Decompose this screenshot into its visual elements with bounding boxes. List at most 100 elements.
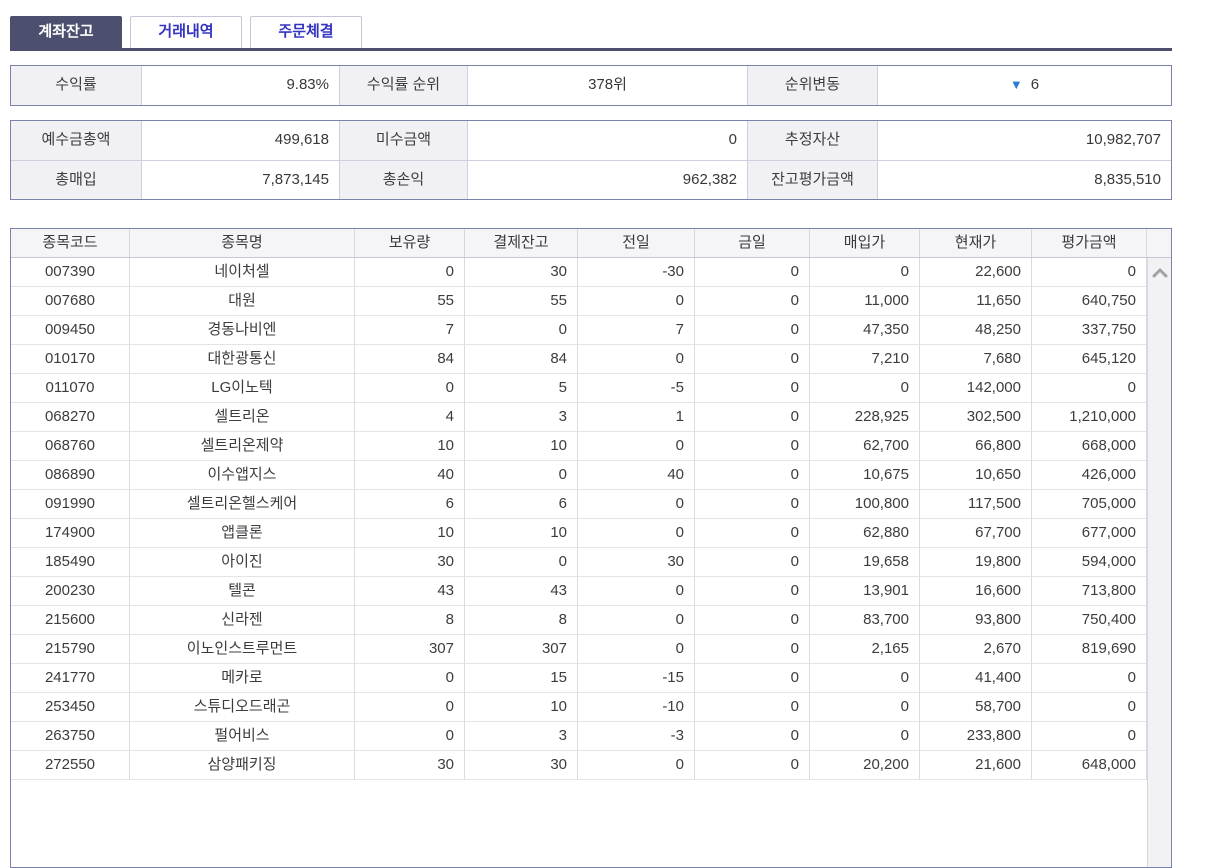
cell-prev-day: -3: [578, 722, 695, 751]
cell-eval-amount: 705,000: [1032, 490, 1147, 519]
cell-stock-name: 아이진: [130, 548, 355, 577]
cell-eval-amount: 337,750: [1032, 316, 1147, 345]
cell-cur-price: 11,650: [920, 287, 1032, 316]
cell-today: 0: [695, 258, 810, 287]
cell-stock-name: 메카로: [130, 664, 355, 693]
table-row[interactable]: 068270 셀트리온 4 3 1 0 228,925 302,500 1,21…: [11, 403, 1147, 432]
cell-quantity: 30: [355, 548, 465, 577]
table-row[interactable]: 009450 경동나비엔 7 0 7 0 47,350 48,250 337,7…: [11, 316, 1147, 345]
table-row[interactable]: 007390 네이처셀 0 30 -30 0 0 22,600 0: [11, 258, 1147, 287]
cell-cur-price: 117,500: [920, 490, 1032, 519]
cell-today: 0: [695, 606, 810, 635]
table-row[interactable]: 272550 삼양패키징 30 30 0 0 20,200 21,600 648…: [11, 751, 1147, 780]
table-row[interactable]: 241770 메카로 0 15 -15 0 0 41,400 0: [11, 664, 1147, 693]
cell-settled: 0: [465, 461, 578, 490]
table-row[interactable]: 253450 스튜디오드래곤 0 10 -10 0 0 58,700 0: [11, 693, 1147, 722]
cell-quantity: 40: [355, 461, 465, 490]
cell-quantity: 0: [355, 258, 465, 287]
table-row[interactable]: 185490 아이진 30 0 30 0 19,658 19,800 594,0…: [11, 548, 1147, 577]
estimated-assets-value: 10,982,707: [1085, 131, 1161, 148]
table-row[interactable]: 215790 이노인스트루먼트 307 307 0 0 2,165 2,670 …: [11, 635, 1147, 664]
cell-prev-day: -5: [578, 374, 695, 403]
cell-stock-code: 007680: [11, 287, 130, 316]
cell-eval-amount: 0: [1032, 693, 1147, 722]
table-row[interactable]: 200230 텔콘 43 43 0 0 13,901 16,600 713,80…: [11, 577, 1147, 606]
balance-eval-label: 잔고평가금액: [748, 161, 878, 199]
cell-quantity: 0: [355, 374, 465, 403]
cell-settled: 6: [465, 490, 578, 519]
return-rate-label: 수익률: [11, 66, 142, 105]
cell-quantity: 7: [355, 316, 465, 345]
cell-stock-name: 셀트리온: [130, 403, 355, 432]
tab-account-balance[interactable]: 계좌잔고: [10, 16, 122, 48]
tab-transaction-history[interactable]: 거래내역: [130, 16, 242, 48]
cell-quantity: 55: [355, 287, 465, 316]
scroll-up-button[interactable]: [1148, 260, 1171, 286]
cell-cur-price: 93,800: [920, 606, 1032, 635]
cell-stock-name: 스튜디오드래곤: [130, 693, 355, 722]
cell-prev-day: 30: [578, 548, 695, 577]
col-header-buy-price: 매입가: [810, 229, 920, 257]
tab-order-execution[interactable]: 주문체결: [250, 16, 362, 48]
cell-stock-code: 200230: [11, 577, 130, 606]
table-header: 종목코드 종목명 보유량 결제잔고 전일 금일 매입가 현재가 평가금액: [11, 229, 1171, 258]
cell-stock-name: 펄어비스: [130, 722, 355, 751]
cell-buy-price: 228,925: [810, 403, 920, 432]
cell-quantity: 43: [355, 577, 465, 606]
table-row[interactable]: 068760 셀트리온제약 10 10 0 0 62,700 66,800 66…: [11, 432, 1147, 461]
cell-prev-day: -15: [578, 664, 695, 693]
cell-settled: 10: [465, 519, 578, 548]
table-row[interactable]: 263750 펄어비스 0 3 -3 0 0 233,800 0: [11, 722, 1147, 751]
cell-settled: 3: [465, 403, 578, 432]
cell-settled: 5: [465, 374, 578, 403]
cell-buy-price: 2,165: [810, 635, 920, 664]
cell-prev-day: 0: [578, 577, 695, 606]
cell-eval-amount: 640,750: [1032, 287, 1147, 316]
cell-today: 0: [695, 751, 810, 780]
table-row[interactable]: 086890 이수앱지스 40 0 40 0 10,675 10,650 426…: [11, 461, 1147, 490]
table-row[interactable]: 091990 셀트리온헬스케어 6 6 0 0 100,800 117,500 …: [11, 490, 1147, 519]
cell-cur-price: 10,650: [920, 461, 1032, 490]
cell-quantity: 10: [355, 432, 465, 461]
cell-today: 0: [695, 635, 810, 664]
cell-quantity: 307: [355, 635, 465, 664]
cell-prev-day: 0: [578, 751, 695, 780]
cell-stock-code: 086890: [11, 461, 130, 490]
rank-change-number: 6: [1030, 76, 1040, 93]
account-summary-row-1: 예수금총액 499,618 미수금액 0 추정자산 10,982,707: [11, 121, 1171, 160]
cell-prev-day: 0: [578, 635, 695, 664]
cell-stock-code: 263750: [11, 722, 130, 751]
receivable-value: 0: [468, 121, 748, 160]
cell-prev-day: 0: [578, 606, 695, 635]
cell-settled: 55: [465, 287, 578, 316]
cell-buy-price: 0: [810, 722, 920, 751]
cell-stock-name: 네이처셀: [130, 258, 355, 287]
holdings-table: 종목코드 종목명 보유량 결제잔고 전일 금일 매입가 현재가 평가금액 007…: [10, 228, 1172, 868]
cell-stock-name: 셀트리온헬스케어: [130, 490, 355, 519]
cell-stock-name: 대원: [130, 287, 355, 316]
table-row[interactable]: 011070 LG이노텍 0 5 -5 0 0 142,000 0: [11, 374, 1147, 403]
cell-buy-price: 0: [810, 374, 920, 403]
table-row[interactable]: 007680 대원 55 55 0 0 11,000 11,650 640,75…: [11, 287, 1147, 316]
cell-today: 0: [695, 287, 810, 316]
tab-underline: [10, 48, 1172, 51]
cell-buy-price: 13,901: [810, 577, 920, 606]
cell-today: 0: [695, 548, 810, 577]
table-row[interactable]: 010170 대한광통신 84 84 0 0 7,210 7,680 645,1…: [11, 345, 1147, 374]
cell-eval-amount: 713,800: [1032, 577, 1147, 606]
cell-stock-code: 010170: [11, 345, 130, 374]
rank-summary-row: 수익률 9.83% 수익률 순위 378위 순위변동 ▼ 6: [11, 66, 1171, 105]
cell-stock-name: LG이노텍: [130, 374, 355, 403]
table-row[interactable]: 174900 앱클론 10 10 0 0 62,880 67,700 677,0…: [11, 519, 1147, 548]
cell-eval-amount: 648,000: [1032, 751, 1147, 780]
cell-cur-price: 7,680: [920, 345, 1032, 374]
table-row[interactable]: 215600 신라젠 8 8 0 0 83,700 93,800 750,400: [11, 606, 1147, 635]
cell-stock-name: 경동나비엔: [130, 316, 355, 345]
col-header-code: 종목코드: [11, 229, 130, 257]
cell-stock-name: 셀트리온제약: [130, 432, 355, 461]
vertical-scrollbar[interactable]: [1147, 258, 1171, 867]
cell-quantity: 6: [355, 490, 465, 519]
total-pnl-value: 962,382: [468, 161, 748, 199]
cell-buy-price: 19,658: [810, 548, 920, 577]
deposit-total-label: 예수금총액: [11, 121, 142, 160]
